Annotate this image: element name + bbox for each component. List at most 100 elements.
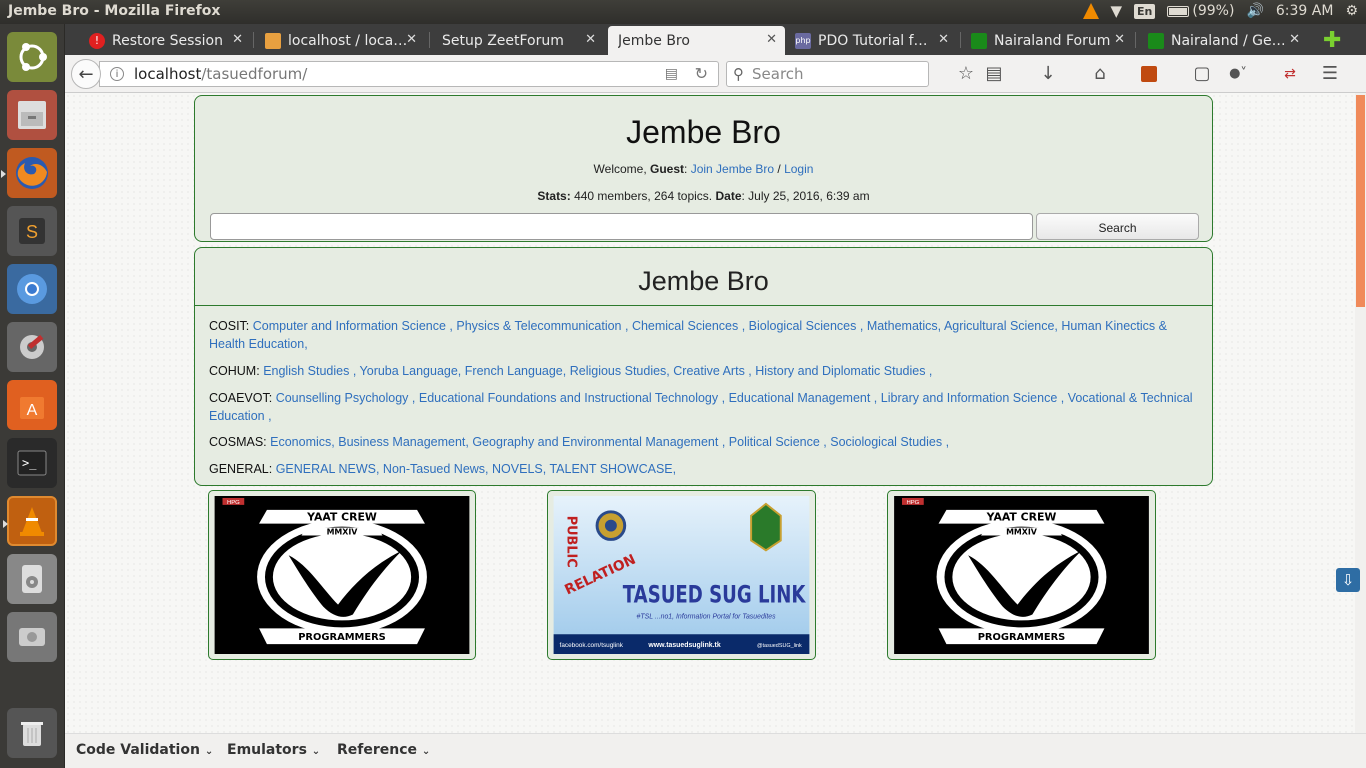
close-icon[interactable]: ✕ [1289, 32, 1300, 47]
sync-arrows-icon[interactable]: ⇄ [1279, 63, 1301, 85]
tab-nairaland-forum[interactable]: Nairaland Forum ✕ [961, 26, 1133, 55]
banner-yaat-crew-right[interactable]: HPG YAAT CREW MMXIV PROGRAMMERS [887, 490, 1156, 660]
new-tab-plus-icon[interactable]: ✚ [1323, 28, 1341, 53]
category-link[interactable]: Economics, [270, 435, 335, 449]
rhythmbox-icon[interactable] [7, 554, 57, 604]
category-group-general: GENERAL: GENERAL NEWS, Non-Tasued News, … [209, 460, 1198, 478]
software-center-icon[interactable]: A [7, 380, 57, 430]
category-link[interactable]: Computer and Information Science , [253, 319, 453, 333]
close-icon[interactable]: ✕ [585, 32, 596, 47]
close-icon[interactable]: ✕ [232, 32, 243, 47]
category-link[interactable]: History and Diplomatic Studies , [755, 364, 932, 378]
reader-view-icon[interactable]: ▤ [665, 66, 678, 82]
bookmarks-list-icon[interactable]: ▤ [983, 63, 1005, 85]
scroll-down-arrow-icon[interactable]: ⇩ [1336, 568, 1360, 592]
navigation-toolbar: i localhost/tasuedforum/ ▤ ↻ ← ⚲ Search … [65, 55, 1366, 93]
firefox-icon[interactable] [1, 148, 57, 198]
terminal-icon[interactable]: >_ [7, 438, 57, 488]
sublime-text-icon[interactable]: S [7, 206, 57, 256]
category-link[interactable]: Creative Arts , [673, 364, 752, 378]
search-placeholder: Search [752, 65, 804, 83]
vlc-icon[interactable] [3, 496, 57, 546]
emulators-menu[interactable]: Emulators ⌄ [227, 742, 320, 758]
join-link[interactable]: Join Jembe Bro [691, 162, 774, 176]
category-link[interactable]: Educational Foundations and Instructiona… [419, 391, 725, 405]
category-link[interactable]: NOVELS, [492, 462, 546, 476]
category-link[interactable]: Religious Studies, [570, 364, 670, 378]
category-link[interactable]: Educational Management , [729, 391, 878, 405]
category-link[interactable]: Library and Information Science , [881, 391, 1064, 405]
vlc-tray-icon[interactable] [1082, 3, 1099, 19]
tab-pdo-tutorial[interactable]: php PDO Tutorial f… ✕ [785, 26, 957, 55]
disks-icon[interactable] [7, 612, 57, 662]
category-link[interactable]: French Language, [465, 364, 566, 378]
tab-nairaland-general[interactable]: Nairaland / Ge… ✕ [1138, 26, 1308, 55]
banner-mid-text: MMXIV [1006, 528, 1038, 537]
back-button[interactable]: ← [71, 59, 101, 89]
bookmark-star-icon[interactable]: ☆ [955, 63, 977, 85]
tab-jembe-bro[interactable]: Jembe Bro ✕ [608, 26, 785, 55]
user-agent-icon[interactable]: ●˅ [1227, 63, 1249, 85]
banner-tasued-sug-link[interactable]: PUBLIC RELATION TASUED SUG LINK #TSL ...… [547, 490, 816, 660]
category-link[interactable]: Biological Sciences , [749, 319, 864, 333]
site-info-icon[interactable]: i [110, 67, 124, 81]
category-link[interactable]: TALENT SHOWCASE, [549, 462, 676, 476]
tab-restore-session[interactable]: ! Restore Session ✕ [79, 26, 251, 55]
system-settings-icon[interactable] [7, 322, 57, 372]
banner-yaat-crew-left[interactable]: HPG YAAT CREW MMXIV PROGRAMMERS [208, 490, 476, 660]
downloads-icon[interactable]: ↓ [1037, 63, 1059, 85]
banner-public-word: PUBLIC [563, 516, 578, 568]
category-group-cosit: COSIT: Computer and Information Science … [209, 317, 1198, 353]
ubuntu-dash-icon[interactable] [7, 32, 57, 82]
wifi-icon[interactable]: ▼ [1111, 2, 1123, 20]
reference-menu[interactable]: Reference ⌄ [337, 742, 430, 758]
close-icon[interactable]: ✕ [766, 32, 777, 47]
category-link[interactable]: Chemical Sciences , [632, 319, 745, 333]
clock[interactable]: 6:39 AM [1276, 3, 1334, 19]
scrollbar-thumb[interactable] [1356, 95, 1365, 307]
extension-icon[interactable] [1141, 66, 1157, 82]
files-icon[interactable] [7, 90, 57, 140]
category-link[interactable]: Geography and Environmental Management , [472, 435, 725, 449]
page-scrollbar[interactable] [1355, 93, 1366, 733]
category-link[interactable]: Physics & Telecommunication , [456, 319, 628, 333]
tab-setup-zeetforum[interactable]: Setup ZeetForum ✕ [432, 26, 604, 55]
category-link[interactable]: GENERAL NEWS, [276, 462, 380, 476]
chromium-icon[interactable] [7, 264, 57, 314]
close-icon[interactable]: ✕ [406, 32, 417, 47]
window-title: Jembe Bro - Mozilla Firefox [8, 3, 221, 19]
category-link[interactable]: English Studies , [263, 364, 356, 378]
window-icon[interactable]: ▢ [1191, 63, 1213, 85]
search-box[interactable]: ⚲ Search [726, 61, 929, 87]
category-link[interactable]: Counselling Psychology , [276, 391, 416, 405]
tasued-sug-link-logo: PUBLIC RELATION TASUED SUG LINK #TSL ...… [553, 496, 810, 654]
home-icon[interactable]: ⌂ [1089, 63, 1111, 85]
forum-search-button[interactable]: Search [1036, 213, 1199, 240]
category-link[interactable]: Business Management, [338, 435, 469, 449]
login-link[interactable]: Login [784, 162, 813, 176]
forum-search-input[interactable] [210, 213, 1033, 240]
url-bar[interactable]: i localhost/tasuedforum/ ▤ ↻ [99, 61, 719, 87]
close-icon[interactable]: ✕ [938, 32, 949, 47]
category-link[interactable]: Political Science , [729, 435, 827, 449]
code-validation-menu[interactable]: Code Validation ⌄ [76, 742, 213, 758]
trash-icon[interactable] [7, 708, 57, 758]
category-link[interactable]: Non-Tasued News, [383, 462, 489, 476]
reload-icon[interactable]: ↻ [695, 64, 708, 83]
battery-indicator[interactable]: (99%) [1167, 3, 1234, 19]
menu-label: Emulators [227, 742, 307, 758]
close-icon[interactable]: ✕ [1114, 32, 1125, 47]
banner-tagline: #TSL ...no1, Information Portal for Tasu… [637, 613, 777, 620]
category-link[interactable]: Mathematics, [867, 319, 941, 333]
settings-gear-icon[interactable]: ⚙ [1345, 3, 1358, 19]
category-link[interactable]: Yoruba Language, [360, 364, 462, 378]
menu-hamburger-icon[interactable]: ☰ [1319, 63, 1341, 85]
category-link[interactable]: Sociological Studies , [830, 435, 949, 449]
search-icon: ⚲ [733, 65, 744, 83]
category-link[interactable]: Agricultural Science, [944, 319, 1058, 333]
welcome-colon: : [684, 162, 691, 176]
tab-phpmyadmin[interactable]: localhost / loca… ✕ [255, 26, 425, 55]
stats-label: Stats: [537, 189, 571, 203]
keyboard-layout-indicator[interactable]: En [1134, 3, 1156, 19]
volume-icon[interactable]: 🔊 [1246, 3, 1263, 19]
